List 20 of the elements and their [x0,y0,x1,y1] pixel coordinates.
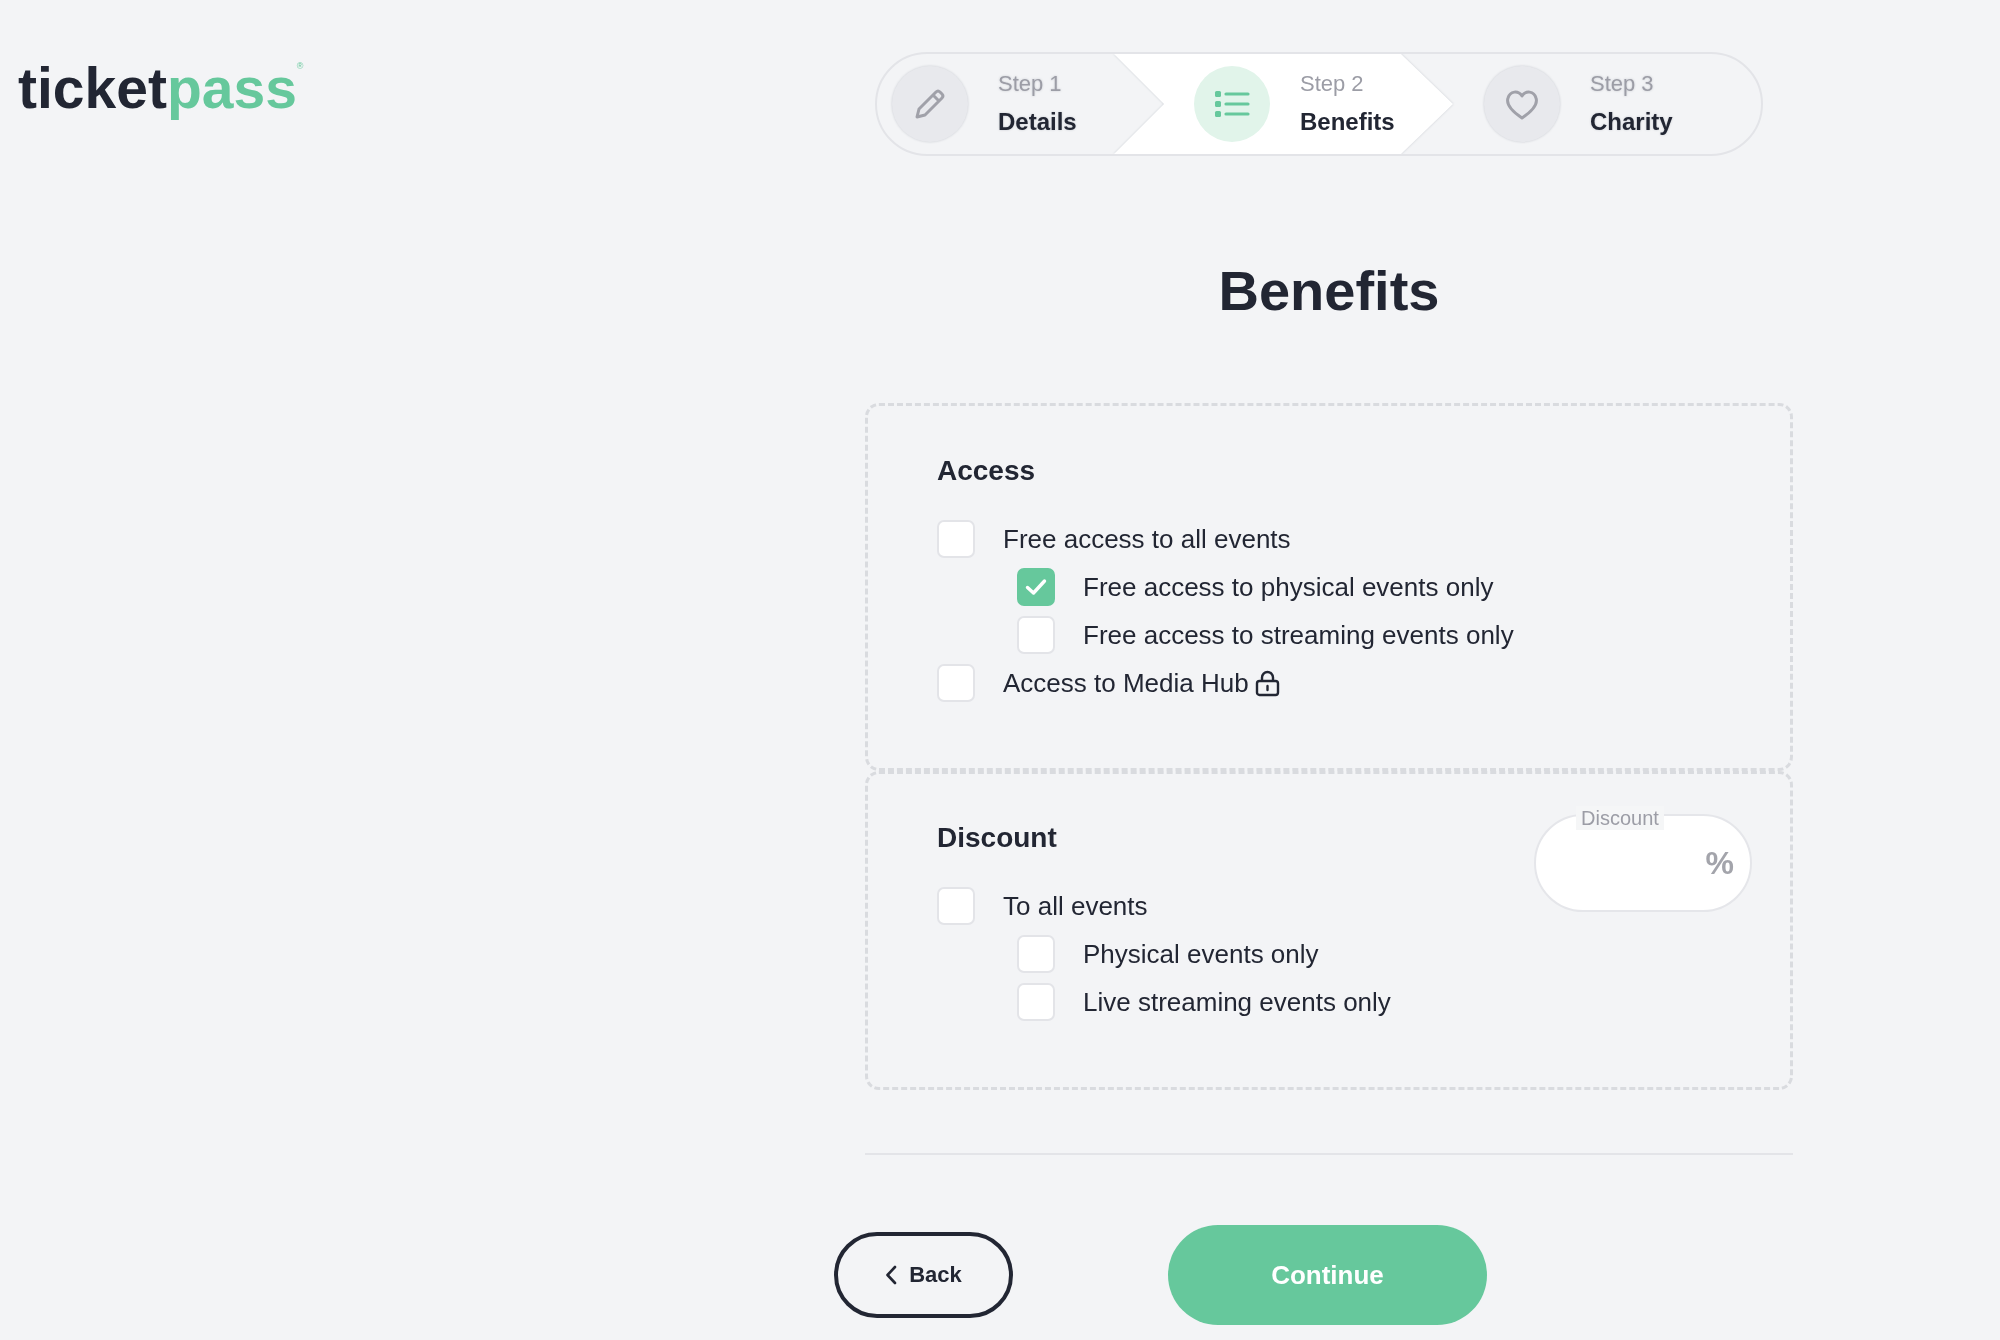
step-tab[interactable]: Step 3 Charity [1453,54,1761,154]
checkbox-label: Live streaming events only [1083,986,1391,1019]
checkbox-label: Free access to all events [1003,523,1291,556]
section-heading: Access [937,454,1036,488]
checkbox-label: Free access to streaming events only [1083,619,1514,652]
page-title: Benefits [1218,258,1440,324]
step-tab[interactable]: Step 2 Benefits [1114,54,1453,154]
pencil-icon [892,66,968,142]
checkbox-label: To all events [1003,890,1148,923]
unit-suffix: % [1705,844,1734,883]
caret-left-icon [885,1265,898,1285]
checkbox-label: Free access to physical events only [1083,571,1494,604]
checkbox[interactable] [1017,568,1055,606]
checkbox-label: Physical events only [1083,938,1319,971]
back-button[interactable]: Back [834,1232,1013,1318]
checkbox-label: Access to Media Hub [1003,667,1249,700]
section-heading: Discount [937,821,1057,855]
step-tab[interactable]: Step 1 Details [877,54,1114,154]
list-icon [1194,66,1270,142]
checkmark-icon [1025,578,1047,596]
